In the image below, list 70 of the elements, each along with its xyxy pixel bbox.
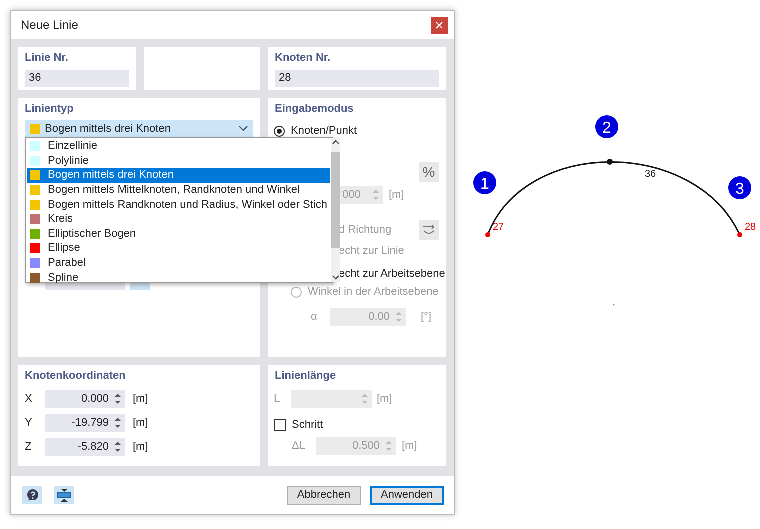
symbol-label: α xyxy=(311,311,318,323)
unit-label: [m] xyxy=(377,393,392,405)
flip-arrows-icon xyxy=(422,224,436,236)
line-number: 36 xyxy=(645,169,656,180)
option-label: echt zur Arbeitsebene xyxy=(339,268,445,280)
dropdown-item[interactable]: Spline xyxy=(27,270,330,285)
section-title: Linienlänge xyxy=(275,370,338,382)
section-title: Eingabemodus xyxy=(275,103,355,115)
symbol-label: L xyxy=(274,393,282,405)
section-view-button[interactable] xyxy=(54,486,74,504)
axis-label: X xyxy=(25,393,34,405)
checkbox-label: Schritt xyxy=(292,419,324,431)
input-field[interactable] xyxy=(45,283,125,290)
node-point xyxy=(738,232,742,238)
node-point xyxy=(486,232,490,238)
help-icon xyxy=(26,488,38,502)
spinner-icon[interactable] xyxy=(115,393,121,405)
radio-button[interactable] xyxy=(274,126,285,136)
option-label: echt zur Linie xyxy=(339,245,406,257)
axis-label: Z xyxy=(25,441,33,453)
section-icon xyxy=(56,488,72,502)
cancel-button[interactable]: Abbrechen xyxy=(287,486,361,504)
unit-label: [m] xyxy=(133,417,148,429)
input-field[interactable]: 0.000 xyxy=(45,390,125,408)
dropdown-item[interactable]: Bogen mittels Mittelknoten, Randknoten und Winkel xyxy=(27,182,330,198)
apply-button[interactable]: Anwenden xyxy=(370,486,444,504)
input-field[interactable] xyxy=(291,390,372,408)
node-number: 27 xyxy=(493,222,504,233)
node-number: 28 xyxy=(745,222,756,233)
step-marker: 2 xyxy=(596,116,618,138)
window-title: Neue Linie xyxy=(21,18,78,32)
dropdown-item[interactable]: Parabel xyxy=(27,256,330,270)
dropdown-item[interactable]: Einzellinie xyxy=(27,139,330,154)
unit-label: [m] xyxy=(402,440,418,452)
close-icon xyxy=(436,22,443,28)
node-point xyxy=(607,159,613,165)
step-marker: 3 xyxy=(728,176,752,200)
symbol-label: ΔL xyxy=(292,440,306,452)
radio-label: Winkel in der Arbeitsebene xyxy=(308,286,439,298)
dropdown-item[interactable]: Polylinie xyxy=(27,154,330,168)
spinner-icon[interactable] xyxy=(115,441,121,453)
chevron-down-icon xyxy=(239,126,248,132)
input-field[interactable]: -5.820 xyxy=(45,438,125,456)
axis-label: Y xyxy=(25,417,34,429)
unit-label: [m] xyxy=(133,441,148,453)
unit-label: [m] xyxy=(389,189,404,201)
dropdown-item[interactable]: Bogen mittels Randknoten und Radius, Winkel oder Stich xyxy=(27,197,330,212)
step-marker: 1 xyxy=(474,172,496,194)
section-title: Knotenkoordinaten xyxy=(25,370,127,382)
scrollbar[interactable] xyxy=(331,138,340,282)
dropdown-item[interactable]: Kreis xyxy=(27,212,330,227)
help-button[interactable] xyxy=(22,486,42,504)
field-label: Knoten Nr. xyxy=(275,52,332,64)
unit-label: [m] xyxy=(133,393,148,405)
dropdown-item[interactable]: Ellipse xyxy=(27,241,330,256)
spinner-icon[interactable] xyxy=(115,417,121,429)
radio-label: Knoten/Punkt xyxy=(291,125,358,137)
input-field[interactable]: 36 xyxy=(25,70,129,87)
checkbox[interactable] xyxy=(274,419,286,431)
flip-button[interactable] xyxy=(419,220,439,240)
line-type-dropdown[interactable]: Bogen mittels drei Knoten xyxy=(25,120,253,138)
dropdown-item[interactable]: Bogen mittels drei Knoten xyxy=(27,168,330,183)
field-label: Linie Nr. xyxy=(25,52,70,64)
section-title: Linientyp xyxy=(25,103,75,115)
dropdown-item[interactable]: Elliptischer Bogen xyxy=(27,226,330,242)
input-field[interactable]: -19.799 xyxy=(45,414,125,432)
percent-button[interactable]: % xyxy=(419,162,439,182)
input-field[interactable]: 28 xyxy=(275,70,439,87)
close-button[interactable] xyxy=(431,16,448,34)
unit-label: [°] xyxy=(421,311,432,323)
